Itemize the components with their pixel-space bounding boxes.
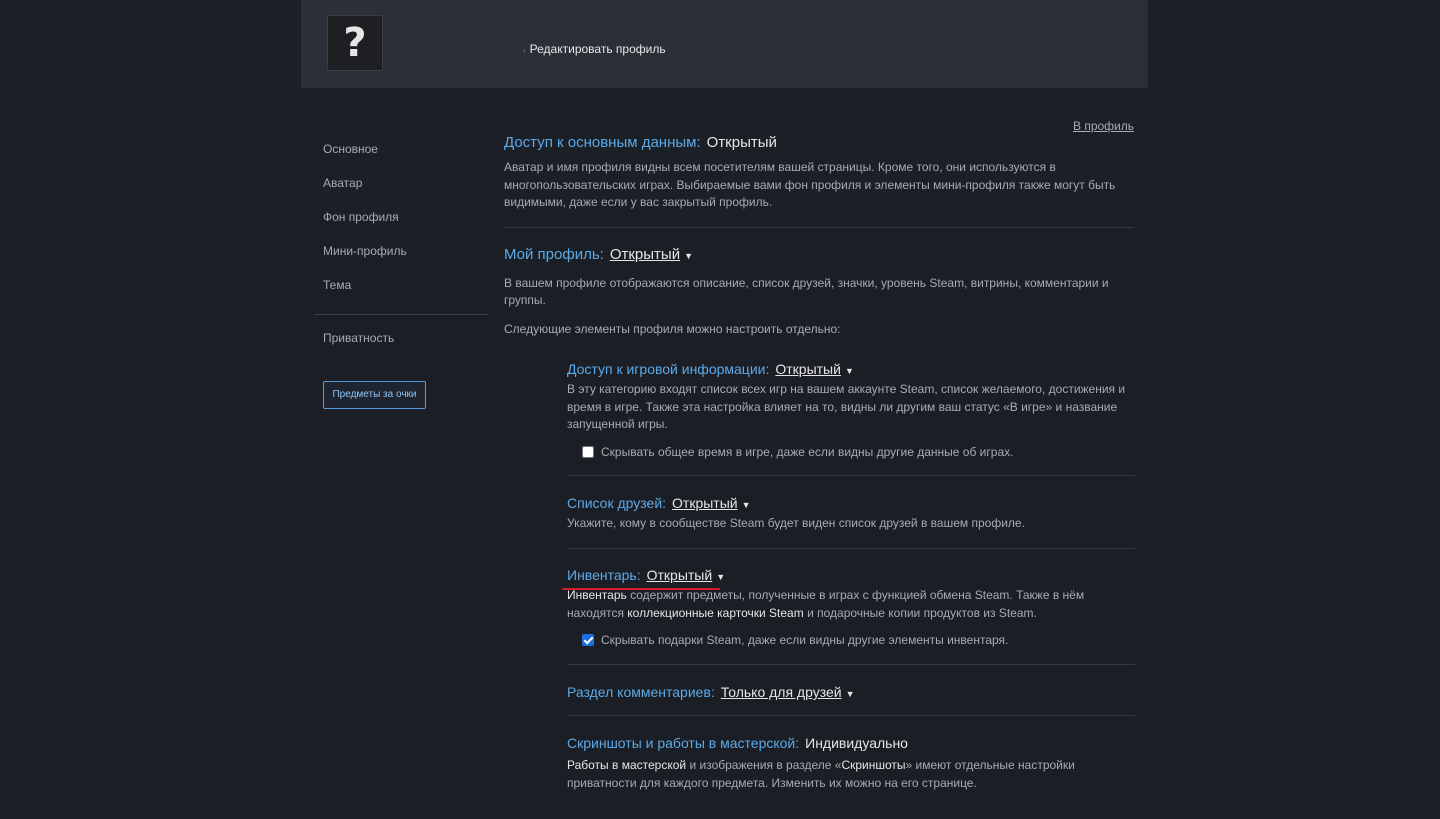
game-details-label: Доступ к игровой информации: bbox=[567, 361, 770, 377]
basic-details-description: Аватар и имя профиля видны всем посетите… bbox=[504, 160, 1116, 209]
game-details-dropdown[interactable]: Открытый bbox=[775, 361, 841, 377]
friends-list-label: Список друзей: bbox=[567, 495, 667, 511]
basic-details-heading: Доступ к основным данным: Открытый bbox=[504, 134, 1134, 151]
profile-header-band bbox=[301, 0, 1148, 88]
inventory-description: Инвентарь содержит предметы, полученные … bbox=[567, 587, 1135, 622]
screenshots-heading: Скриншоты и работы в мастерской: Индивиду… bbox=[567, 735, 1135, 751]
avatar[interactable]: ? bbox=[327, 15, 383, 71]
screenshots-term: Скриншоты bbox=[841, 758, 906, 772]
my-profile-note: Следующие элементы профиля можно настрои… bbox=[504, 321, 841, 336]
comments-section: Раздел комментариев: Только для друзей ▼ bbox=[567, 684, 1135, 716]
game-details-section: Доступ к игровой информации: Открытый ▼ В … bbox=[567, 361, 1135, 476]
inventory-label: Инвентарь: bbox=[567, 567, 641, 583]
comments-dropdown[interactable]: Только для друзей bbox=[721, 684, 842, 700]
section-divider bbox=[567, 664, 1135, 665]
basic-details-label: Доступ к основным данным: bbox=[504, 134, 701, 151]
inventory-term: Инвентарь bbox=[567, 588, 627, 602]
sidebar-divider bbox=[314, 314, 488, 315]
inventory-desc-part2: и подарочные копии продуктов из Steam. bbox=[803, 605, 1037, 620]
chevron-down-icon[interactable]: ▼ bbox=[846, 689, 855, 699]
my-profile-description: В вашем профиле отображаются описание, с… bbox=[504, 275, 1109, 308]
section-divider bbox=[567, 547, 1135, 549]
screenshots-section: Скриншоты и работы в мастерской: Индивиду… bbox=[567, 735, 1135, 792]
friends-list-dropdown[interactable]: Открытый bbox=[672, 495, 738, 511]
sidebar-item-avatar[interactable]: Аватар bbox=[314, 172, 488, 206]
comments-heading: Раздел комментариев: Только для друзей ▼ bbox=[567, 684, 1135, 700]
hide-gifts-checkbox[interactable] bbox=[582, 634, 594, 646]
game-details-description: В эту категорию входят список всех игр н… bbox=[567, 382, 1126, 431]
highlight-underline bbox=[562, 588, 720, 590]
edit-profile-breadcrumb: › Редактировать профиль bbox=[523, 42, 666, 56]
sidebar-nav: Основное Аватар Фон профиля Мини-профиль… bbox=[314, 138, 488, 361]
bullet-icon: › bbox=[523, 46, 526, 55]
sidebar-item-background[interactable]: Фон профиля bbox=[314, 206, 488, 240]
chevron-down-icon[interactable]: ▼ bbox=[716, 572, 725, 582]
hide-playtime-label[interactable]: Скрывать общее время в игре, даже если в… bbox=[601, 445, 1013, 459]
basic-details-value: Открытый bbox=[706, 134, 777, 151]
section-divider bbox=[504, 226, 1134, 228]
hide-playtime-row: Скрывать общее время в игре, даже если в… bbox=[582, 445, 1135, 459]
my-profile-label: Мой профиль: bbox=[504, 245, 604, 263]
my-profile-heading: Мой профиль: Открытый ▼ bbox=[504, 246, 1134, 263]
workshop-term: Работы в мастерской bbox=[567, 758, 687, 772]
hide-playtime-checkbox[interactable] bbox=[582, 445, 594, 458]
avatar-placeholder-glyph: ? bbox=[343, 20, 367, 66]
inventory-section: Инвентарь: Открытый ▼ Инвентарь содержит п… bbox=[567, 567, 1135, 665]
back-to-profile-link[interactable]: В профиль bbox=[1073, 119, 1134, 133]
sidebar-item-general[interactable]: Основное bbox=[314, 138, 488, 172]
screenshots-value: Индивидуально bbox=[805, 735, 908, 751]
points-shop-button[interactable]: Предметы за очки bbox=[323, 381, 426, 409]
sidebar-item-mini-profile[interactable]: Мини-профиль bbox=[314, 240, 488, 274]
inventory-dropdown[interactable]: Открытый bbox=[647, 567, 713, 583]
trading-cards-term: коллекционные карточки Steam bbox=[627, 605, 804, 620]
hide-gifts-label[interactable]: Скрывать подарки Steam, даже если видны … bbox=[601, 633, 1008, 647]
chevron-down-icon[interactable]: ▼ bbox=[684, 251, 693, 261]
screenshots-description: Работы в мастерской и изображения в разд… bbox=[567, 757, 1135, 792]
friends-list-section: Список друзей: Открытый ▼ Укажите, кому в … bbox=[567, 495, 1135, 549]
privacy-settings-main: Доступ к основным данным: Открытый Аватар… bbox=[504, 134, 1134, 338]
chevron-down-icon[interactable]: ▼ bbox=[845, 366, 854, 376]
friends-list-description: Укажите, кому в сообществе Steam будет в… bbox=[567, 516, 1025, 530]
screenshots-desc-part1: и изображения в разделе « bbox=[686, 758, 842, 772]
comments-label: Раздел комментариев: bbox=[567, 684, 715, 700]
screenshots-label: Скриншоты и работы в мастерской: bbox=[567, 735, 800, 751]
hide-gifts-row: Скрывать подарки Steam, даже если видны … bbox=[582, 633, 1135, 647]
my-profile-dropdown[interactable]: Открытый bbox=[610, 246, 680, 263]
friends-list-heading: Список друзей: Открытый ▼ bbox=[567, 495, 1135, 511]
inventory-heading: Инвентарь: Открытый ▼ bbox=[567, 567, 1135, 583]
edit-profile-label: Редактировать профиль bbox=[529, 42, 666, 56]
game-details-heading: Доступ к игровой информации: Открытый ▼ bbox=[567, 361, 1135, 377]
section-divider bbox=[567, 715, 1135, 716]
chevron-down-icon[interactable]: ▼ bbox=[742, 500, 751, 510]
sidebar-item-theme[interactable]: Тема bbox=[314, 274, 488, 308]
section-divider bbox=[567, 474, 1135, 476]
sidebar-item-privacy[interactable]: Приватность bbox=[314, 327, 488, 361]
